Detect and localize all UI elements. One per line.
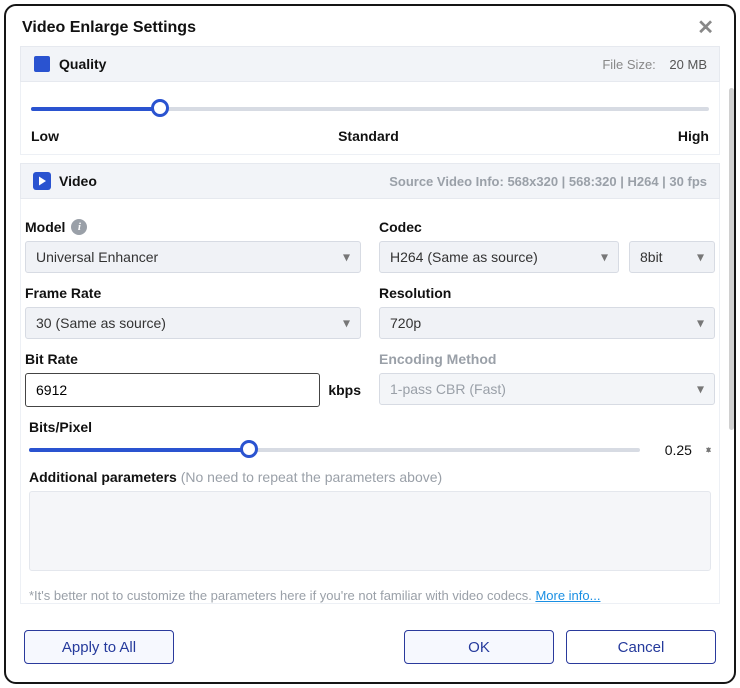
bits-per-pixel-slider[interactable]: [29, 441, 640, 459]
quality-slider-labels: Low Standard High: [29, 128, 711, 144]
bitrate-unit: kbps: [328, 382, 361, 398]
model-select[interactable]: Universal Enhancer ▾: [25, 241, 361, 273]
content-area: Quality File Size: 20 MB Low Standard Hi…: [6, 46, 734, 616]
chevron-down-icon: ▾: [697, 315, 704, 332]
encoding-method-select[interactable]: 1-pass CBR (Fast) ▾: [379, 373, 715, 405]
chevron-down-icon: ▾: [601, 249, 608, 266]
codec-select[interactable]: H264 (Same as source) ▾: [379, 241, 619, 273]
cancel-button[interactable]: Cancel: [566, 630, 716, 664]
quality-label-high: High: [678, 128, 709, 144]
quality-icon: [33, 55, 51, 73]
chevron-down-icon: ▾: [343, 315, 350, 332]
quality-section-header: Quality File Size: 20 MB: [20, 46, 720, 82]
source-video-info: Source Video Info: 568x320 | 568:320 | H…: [389, 174, 707, 189]
titlebar: Video Enlarge Settings ✕: [6, 6, 734, 46]
video-section-header: Video Source Video Info: 568x320 | 568:3…: [20, 163, 720, 199]
resolution-label: Resolution: [379, 285, 715, 301]
file-size-label: File Size:: [602, 57, 655, 72]
dialog-actions: Apply to All OK Cancel: [6, 616, 734, 682]
bits-per-pixel-value: 0.25: [654, 442, 692, 458]
quality-slider-thumb[interactable]: [151, 99, 169, 117]
info-icon[interactable]: i: [71, 219, 87, 235]
quality-label-standard: Standard: [338, 128, 399, 144]
chevron-down-icon: ▾: [697, 249, 704, 266]
additional-params-label: Additional parameters (No need to repeat…: [29, 469, 711, 485]
ok-button[interactable]: OK: [404, 630, 554, 664]
bits-per-pixel-label: Bits/Pixel: [29, 419, 711, 435]
additional-params-input[interactable]: [29, 491, 711, 571]
more-info-link[interactable]: More info...: [535, 588, 600, 603]
framerate-select[interactable]: 30 (Same as source) ▾: [25, 307, 361, 339]
bitrate-input[interactable]: 6912: [25, 373, 320, 407]
resolution-select[interactable]: 720p ▾: [379, 307, 715, 339]
codec-label: Codec: [379, 219, 715, 235]
video-enlarge-settings-dialog: Video Enlarge Settings ✕ Quality File Si…: [4, 4, 736, 684]
close-icon[interactable]: ✕: [691, 16, 720, 40]
quality-section-title: Quality: [59, 56, 106, 72]
dialog-title: Video Enlarge Settings: [22, 19, 196, 37]
video-play-icon: [33, 172, 51, 190]
video-section-title: Video: [59, 173, 97, 189]
file-size-value: 20 MB: [669, 57, 707, 72]
chevron-down-icon: ▾: [343, 249, 350, 266]
framerate-label: Frame Rate: [25, 285, 361, 301]
file-size-display: File Size: 20 MB: [602, 57, 707, 72]
scrollbar[interactable]: [729, 88, 734, 430]
bitrate-label: Bit Rate: [25, 351, 361, 367]
bits-per-pixel-slider-thumb[interactable]: [240, 440, 258, 458]
quality-slider[interactable]: [31, 100, 709, 118]
codec-footnote: *It's better not to customize the parame…: [29, 588, 711, 603]
quality-label-low: Low: [31, 128, 59, 144]
apply-to-all-button[interactable]: Apply to All: [24, 630, 174, 664]
model-label: Model i: [25, 219, 361, 235]
encoding-method-label: Encoding Method: [379, 351, 715, 367]
bits-per-pixel-stepper[interactable]: ▴ ▾: [706, 450, 711, 451]
video-section-body: Model i Universal Enhancer ▾ Frame Rate: [20, 199, 720, 604]
bit-depth-select[interactable]: 8bit ▾: [629, 241, 715, 273]
quality-section-body: Low Standard High: [20, 82, 720, 155]
chevron-down-icon: ▾: [697, 381, 704, 398]
